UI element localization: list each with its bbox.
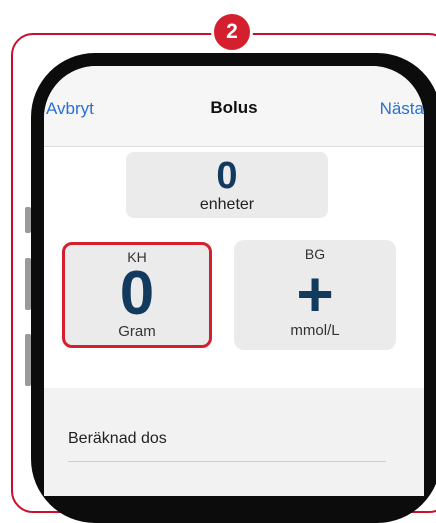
nav-divider xyxy=(44,146,424,147)
next-button[interactable]: Nästa xyxy=(380,99,424,119)
phone-screen: Avbryt Bolus Nästa 0 enheter KH 0 Gram B… xyxy=(44,66,424,496)
carbs-input-tile[interactable]: KH 0 Gram xyxy=(62,242,212,348)
insulin-units-display: 0 enheter xyxy=(126,152,328,218)
bg-unit: mmol/L xyxy=(290,322,340,339)
step-number-badge: 2 xyxy=(211,11,253,53)
units-label: enheter xyxy=(199,196,255,213)
carbs-unit: Gram xyxy=(118,323,156,340)
blood-glucose-input-tile[interactable]: BG + mmol/L xyxy=(234,240,396,350)
navigation-bar: Avbryt Bolus Nästa xyxy=(44,66,424,146)
screen-title: Bolus xyxy=(210,98,258,117)
bg-add-icon: + xyxy=(296,258,334,330)
list-divider xyxy=(68,461,386,462)
units-value: 0 xyxy=(216,155,238,197)
calculated-dose-label: Beräknad dos xyxy=(68,430,167,447)
carbs-value: 0 xyxy=(119,259,155,328)
